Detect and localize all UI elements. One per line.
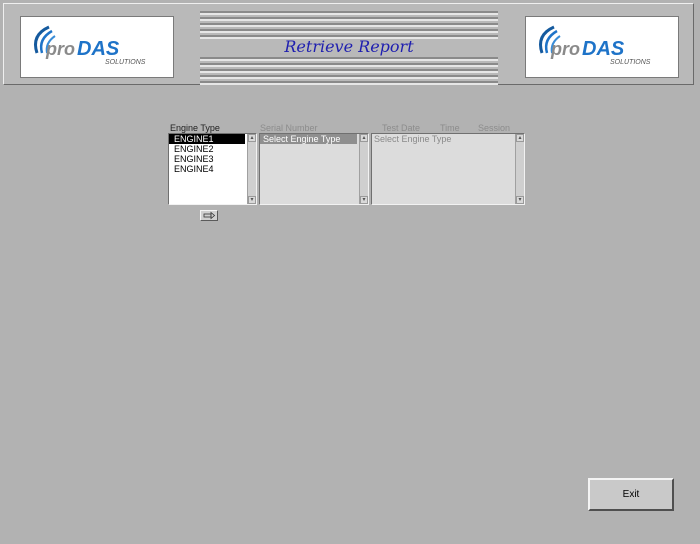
svg-text:pro: pro <box>45 39 75 59</box>
session-header: Session <box>478 123 511 133</box>
prodas-logo-left: pro DAS SOLUTIONS <box>20 16 174 78</box>
list-item-engine4[interactable]: ENGINE4 <box>169 164 256 174</box>
list-item-serial-placeholder[interactable]: Select Engine Type <box>260 134 357 144</box>
scroll-down-icon[interactable]: ▾ <box>516 196 524 204</box>
svg-text:DAS: DAS <box>77 38 120 60</box>
serial-number-header: Serial Number <box>260 123 318 133</box>
list-item-engine1[interactable]: ENGINE1 <box>169 134 245 144</box>
engine-listbox-scrollbar[interactable]: ▴ ▾ <box>247 134 256 204</box>
page-title: Retrieve Report <box>284 37 414 56</box>
svg-text:DAS: DAS <box>582 38 625 60</box>
header-banner: pro DAS SOLUTIONS Retrieve Report pro DA… <box>3 3 694 85</box>
scroll-down-icon[interactable]: ▾ <box>360 196 368 204</box>
list-item-engine2[interactable]: ENGINE2 <box>169 144 256 154</box>
list-item-engine3[interactable]: ENGINE3 <box>169 154 256 164</box>
test-date-header: Test Date <box>382 123 421 133</box>
engine-type-listbox[interactable]: ENGINE1 ENGINE2 ENGINE3 ENGINE4 ▴ ▾ <box>168 133 257 205</box>
prodas-logo-right: pro DAS SOLUTIONS <box>525 16 679 78</box>
decorative-stripes-bottom <box>200 57 498 87</box>
svg-text:pro: pro <box>550 39 580 59</box>
list-item-detail-placeholder[interactable]: Select Engine Type <box>372 134 524 144</box>
scroll-up-icon[interactable]: ▴ <box>516 134 524 142</box>
scroll-up-icon[interactable]: ▴ <box>360 134 368 142</box>
svg-text:SOLUTIONS: SOLUTIONS <box>105 59 146 66</box>
test-session-listbox[interactable]: Select Engine Type ▴ ▾ <box>371 133 525 205</box>
select-engine-button[interactable] <box>200 210 218 221</box>
exit-button[interactable]: Exit <box>588 478 674 511</box>
engine-type-header: Engine Type <box>170 123 220 133</box>
serial-listbox-scrollbar[interactable]: ▴ ▾ <box>359 134 368 204</box>
scroll-down-icon[interactable]: ▾ <box>248 196 256 204</box>
serial-number-listbox[interactable]: Select Engine Type ▴ ▾ <box>259 133 369 205</box>
scroll-up-icon[interactable]: ▴ <box>248 134 256 142</box>
time-header: Time <box>440 123 460 133</box>
svg-text:SOLUTIONS: SOLUTIONS <box>610 59 651 66</box>
arrow-right-icon <box>203 211 216 220</box>
detail-listbox-scrollbar[interactable]: ▴ ▾ <box>515 134 524 204</box>
